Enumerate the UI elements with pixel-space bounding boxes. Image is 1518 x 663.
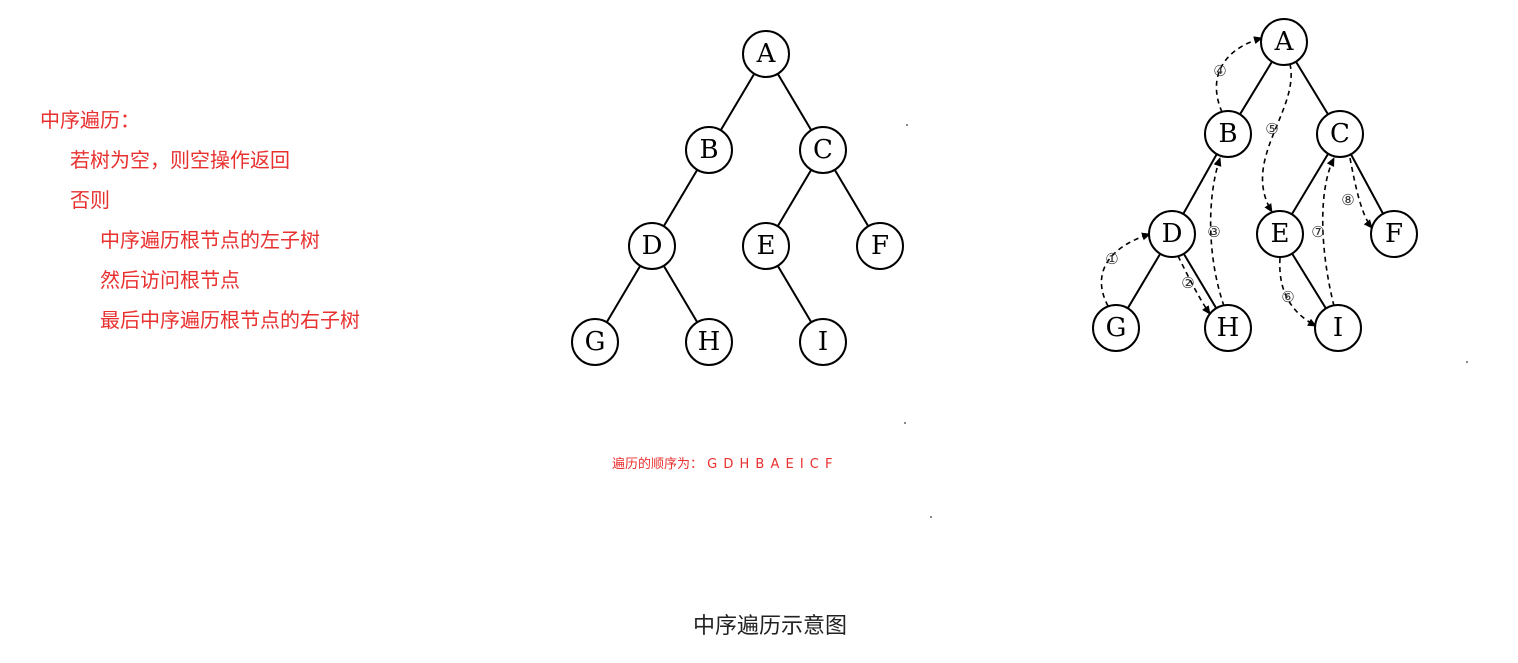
tree-node: H [685, 318, 733, 366]
step-label-4: ④ [1213, 62, 1226, 80]
svg-text:G: G [585, 327, 606, 357]
scan-speck [906, 124, 908, 126]
svg-text:I: I [818, 327, 828, 357]
svg-text:C: C [813, 135, 833, 165]
svg-text:B: B [1218, 119, 1237, 149]
traversal-order-label: 遍历的顺序为： [612, 457, 704, 472]
tree-node: B [685, 126, 733, 174]
step-label-2: ② [1181, 274, 1194, 292]
step-label-8: ⑧ [1341, 191, 1354, 209]
tree-node: G [571, 318, 619, 366]
traversal-order-sequence: G D H B A E I C F [707, 457, 834, 472]
tree-node: F [856, 222, 904, 270]
traversal-arrow-1 [1100, 232, 1151, 307]
tree-node: D [628, 222, 676, 270]
svg-text:H: H [1217, 313, 1240, 343]
tree-node: B [1204, 110, 1252, 158]
step-label-6: ⑥ [1281, 288, 1294, 306]
svg-text:I: I [1333, 313, 1343, 343]
svg-text:H: H [698, 327, 721, 357]
svg-text:F: F [871, 231, 889, 261]
scan-speck [1466, 361, 1468, 363]
traversal-arrow-5 [1261, 63, 1292, 213]
tree-node: C [799, 126, 847, 174]
step-label-3: ③ [1207, 223, 1220, 241]
svg-text:B: B [699, 135, 718, 165]
plain-tree: A B C D E F G H I [571, 30, 904, 366]
step-label-1: ① [1105, 250, 1118, 268]
traversal-order: 遍历的顺序为： G D H B A E I C F [612, 453, 834, 472]
svg-text:D: D [642, 231, 663, 261]
scan-speck [930, 516, 932, 518]
step-label-7: ⑦ [1311, 223, 1324, 241]
tree-node: A [742, 30, 790, 78]
tree-node: E [742, 222, 790, 270]
svg-text:A: A [756, 39, 777, 69]
svg-text:A: A [1274, 27, 1295, 57]
step-label-5: ⑤ [1265, 120, 1278, 138]
tree-node: A [1260, 18, 1308, 66]
tree-node: D [1148, 210, 1196, 258]
traversal-tree: ① ② ③ ④ ⑤ ⑥ ⑦ ⑧ A B C D E F G H I [1092, 18, 1418, 352]
svg-text:C: C [1330, 119, 1350, 149]
tree-node: E [1256, 210, 1304, 258]
svg-text:G: G [1106, 313, 1127, 343]
svg-text:E: E [1271, 219, 1290, 249]
tree-node: C [1316, 110, 1364, 158]
svg-text:F: F [1385, 219, 1403, 249]
tree-diagrams: A B C D E F G H I ① ② ③ ④ ⑤ ⑥ ⑦ ⑧ A B C … [571, 18, 1418, 366]
svg-text:D: D [1162, 219, 1183, 249]
tree-node: I [1314, 304, 1362, 352]
svg-text:E: E [757, 231, 776, 261]
tree-node: F [1370, 210, 1418, 258]
tree-node: I [799, 318, 847, 366]
tree-node: G [1092, 304, 1140, 352]
tree-node: H [1204, 304, 1252, 352]
figure-caption: 中序遍历示意图 [692, 614, 847, 639]
scan-speck [904, 422, 906, 424]
